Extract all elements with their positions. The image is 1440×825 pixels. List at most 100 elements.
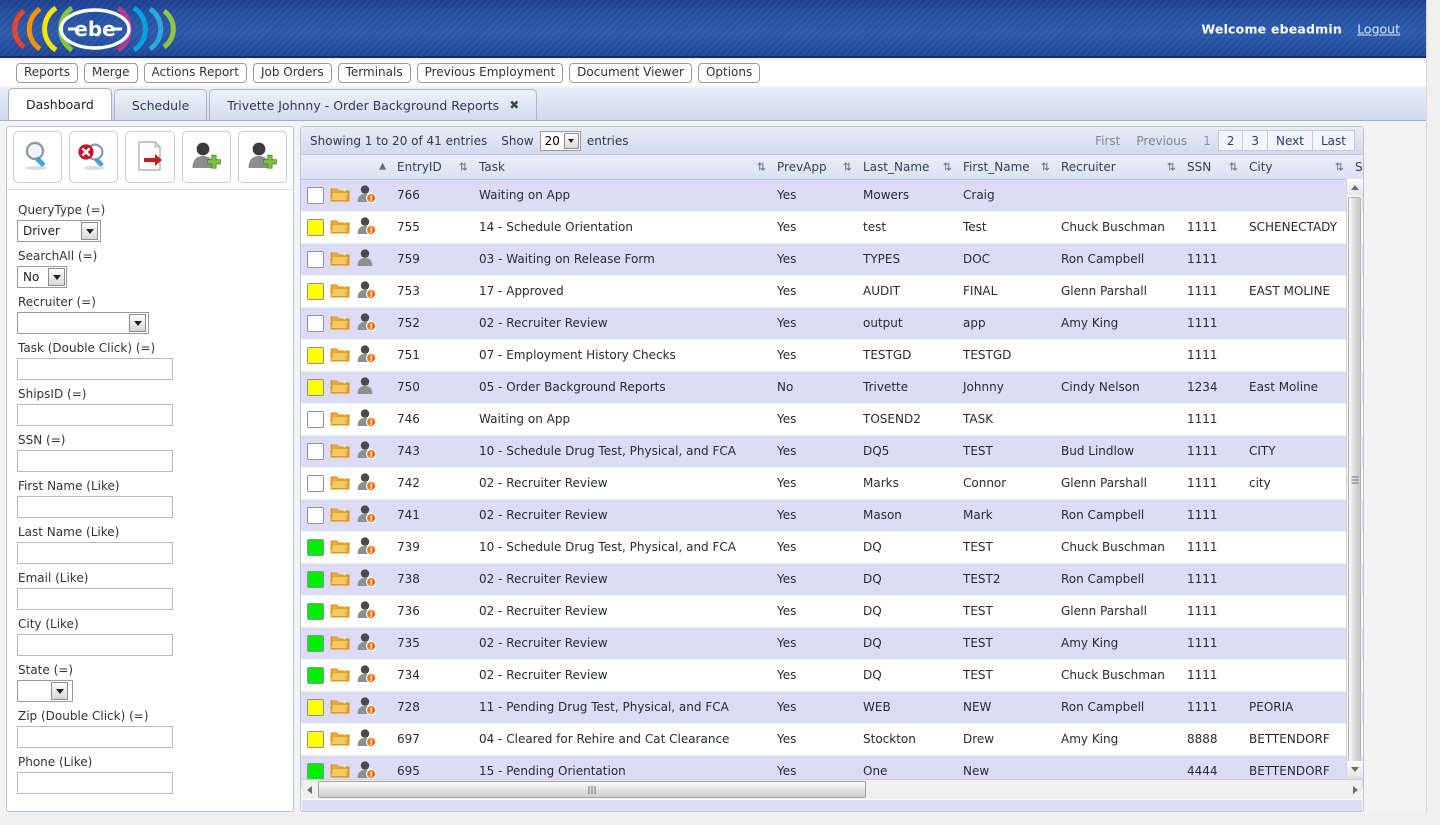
folder-icon[interactable] <box>330 441 350 462</box>
scroll-up-arrow-icon[interactable] <box>1347 179 1363 195</box>
status-color-box[interactable] <box>307 346 324 364</box>
filter-select-searchall[interactable]: No <box>17 266 67 288</box>
person-alert-icon[interactable] <box>356 408 377 430</box>
person-alert-icon[interactable] <box>356 664 377 686</box>
person-alert-icon[interactable] <box>356 632 377 654</box>
table-row[interactable]: 728 11 - Pending Drug Test, Physical, and… <box>301 691 1363 724</box>
pagination-2[interactable]: 2 <box>1217 130 1244 151</box>
filter-select-state[interactable] <box>17 680 73 702</box>
person-alert-icon[interactable] <box>356 280 377 302</box>
status-color-box[interactable] <box>307 634 324 652</box>
status-color-box[interactable] <box>307 186 324 204</box>
column-header-ssn[interactable]: SSN ⇅ <box>1181 155 1243 180</box>
menu-button-actions-report[interactable]: Actions Report <box>143 63 247 83</box>
column-header-last_name[interactable]: Last_Name ⇅ <box>857 155 957 180</box>
status-color-box[interactable] <box>307 474 324 492</box>
person-alert-icon[interactable] <box>356 312 377 334</box>
menu-button-job-orders[interactable]: Job Orders <box>252 63 332 83</box>
column-header-first_name[interactable]: First_Name ⇅ <box>957 155 1055 180</box>
scroll-down-arrow-icon[interactable] <box>1347 761 1363 777</box>
filter-select-querytype[interactable]: Driver <box>17 220 101 242</box>
table-row[interactable]: 734 02 - Recruiter Review Yes DQ TEST Chuck B… <box>301 659 1363 692</box>
status-color-box[interactable] <box>307 506 324 524</box>
status-color-box[interactable] <box>307 666 324 684</box>
menu-button-options[interactable]: Options <box>697 63 761 83</box>
folder-icon[interactable] <box>330 313 350 334</box>
table-row[interactable]: 759 03 - Waiting on Release Form Yes TYPES D… <box>301 243 1363 276</box>
folder-icon[interactable] <box>330 281 350 302</box>
table-row[interactable]: 697 04 - Cleared for Rehire and Cat Clear… <box>301 723 1363 756</box>
table-row[interactable]: 742 02 - Recruiter Review Yes Marks Connor Gl… <box>301 467 1363 500</box>
status-color-box[interactable] <box>307 442 324 460</box>
status-color-box[interactable] <box>307 282 324 300</box>
filter-input-last[interactable] <box>17 542 173 564</box>
column-header-recruiter[interactable]: Recruiter ⇅ <box>1055 155 1181 180</box>
status-color-box[interactable] <box>307 538 324 556</box>
export-document-button[interactable] <box>125 131 175 183</box>
menu-button-reports[interactable]: Reports <box>16 63 79 83</box>
table-row[interactable]: 750 05 - Order Background Reports No Trivet… <box>301 371 1363 404</box>
filter-input-ssn[interactable] <box>17 450 173 472</box>
table-row[interactable]: 743 10 - Schedule Drug Test, Physical, an… <box>301 435 1363 468</box>
filter-input-phone[interactable] <box>17 772 173 794</box>
menu-button-previous-employment[interactable]: Previous Employment <box>416 63 564 83</box>
table-row[interactable]: 752 02 - Recruiter Review Yes output app Amy … <box>301 307 1363 340</box>
person-icon[interactable] <box>356 248 376 270</box>
filter-input-task[interactable] <box>17 358 173 380</box>
close-icon[interactable]: ✖ <box>509 99 519 111</box>
folder-icon[interactable] <box>330 185 350 206</box>
folder-icon[interactable] <box>330 249 350 270</box>
menu-button-document-viewer[interactable]: Document Viewer <box>569 63 692 83</box>
person-alert-icon[interactable] <box>356 344 377 366</box>
scroll-right-arrow-icon[interactable] <box>1348 781 1362 799</box>
person-alert-icon[interactable] <box>356 472 377 494</box>
status-color-box[interactable] <box>307 378 324 396</box>
table-row[interactable]: 746 Waiting on App Yes TOSEND2 TASK 1111 <box>301 403 1363 436</box>
person-alert-icon[interactable] <box>356 536 377 558</box>
folder-icon[interactable] <box>330 569 350 590</box>
pagination-3[interactable]: 3 <box>1242 130 1269 151</box>
table-row[interactable]: 739 10 - Schedule Drug Test, Physical, an… <box>301 531 1363 564</box>
menu-button-terminals[interactable]: Terminals <box>337 63 411 83</box>
folder-icon[interactable] <box>330 665 350 686</box>
logout-link[interactable]: Logout <box>1357 22 1400 37</box>
page-length-select[interactable]: 20 <box>539 130 581 151</box>
scroll-left-arrow-icon[interactable] <box>302 781 316 799</box>
filter-input-email[interactable] <box>17 588 173 610</box>
column-header-entryid[interactable]: EntryID ⇅ <box>391 155 473 180</box>
person-alert-icon[interactable] <box>356 184 377 206</box>
status-color-box[interactable] <box>307 698 324 716</box>
pagination-last[interactable]: Last <box>1312 130 1355 151</box>
folder-icon[interactable] <box>330 345 350 366</box>
column-header-icons[interactable]: ▲ <box>301 155 391 180</box>
person-alert-icon[interactable] <box>356 216 377 238</box>
table-row[interactable]: 766 Waiting on App Yes Mowers Craig <box>301 179 1363 212</box>
pagination-1[interactable]: 1 <box>1195 130 1219 151</box>
status-color-box[interactable] <box>307 410 324 428</box>
person-alert-icon[interactable] <box>356 568 377 590</box>
vertical-scroll-thumb[interactable] <box>1348 197 1361 763</box>
folder-icon[interactable] <box>330 409 350 430</box>
person-alert-icon[interactable] <box>356 440 377 462</box>
add-person-button[interactable] <box>181 131 231 183</box>
folder-icon[interactable] <box>330 505 350 526</box>
column-header-state[interactable]: S <box>1349 155 1363 180</box>
tab-schedule[interactable]: Schedule <box>113 89 208 120</box>
status-color-box[interactable] <box>307 218 324 236</box>
person-alert-icon[interactable] <box>356 696 377 718</box>
column-header-task[interactable]: Task ⇅ <box>473 155 771 180</box>
status-color-box[interactable] <box>307 570 324 588</box>
folder-icon[interactable] <box>330 537 350 558</box>
vertical-scrollbar[interactable] <box>1346 179 1363 777</box>
column-header-prevapp[interactable]: PrevApp ⇅ <box>771 155 857 180</box>
table-row[interactable]: 738 02 - Recruiter Review Yes DQ TEST2 Ron Ca… <box>301 563 1363 596</box>
tab-trivette[interactable]: Trivette Johnny - Order Background Repor… <box>209 89 538 120</box>
folder-icon[interactable] <box>330 377 350 398</box>
person-alert-icon[interactable] <box>356 728 377 750</box>
status-color-box[interactable] <box>307 762 324 780</box>
table-row[interactable]: 753 17 - Approved Yes AUDIT FINAL Glenn Parsh… <box>301 275 1363 308</box>
status-color-box[interactable] <box>307 250 324 268</box>
person-alert-icon[interactable] <box>356 504 377 526</box>
table-row[interactable]: 741 02 - Recruiter Review Yes Mason Mark Ron … <box>301 499 1363 532</box>
person-alert-icon[interactable] <box>356 600 377 622</box>
